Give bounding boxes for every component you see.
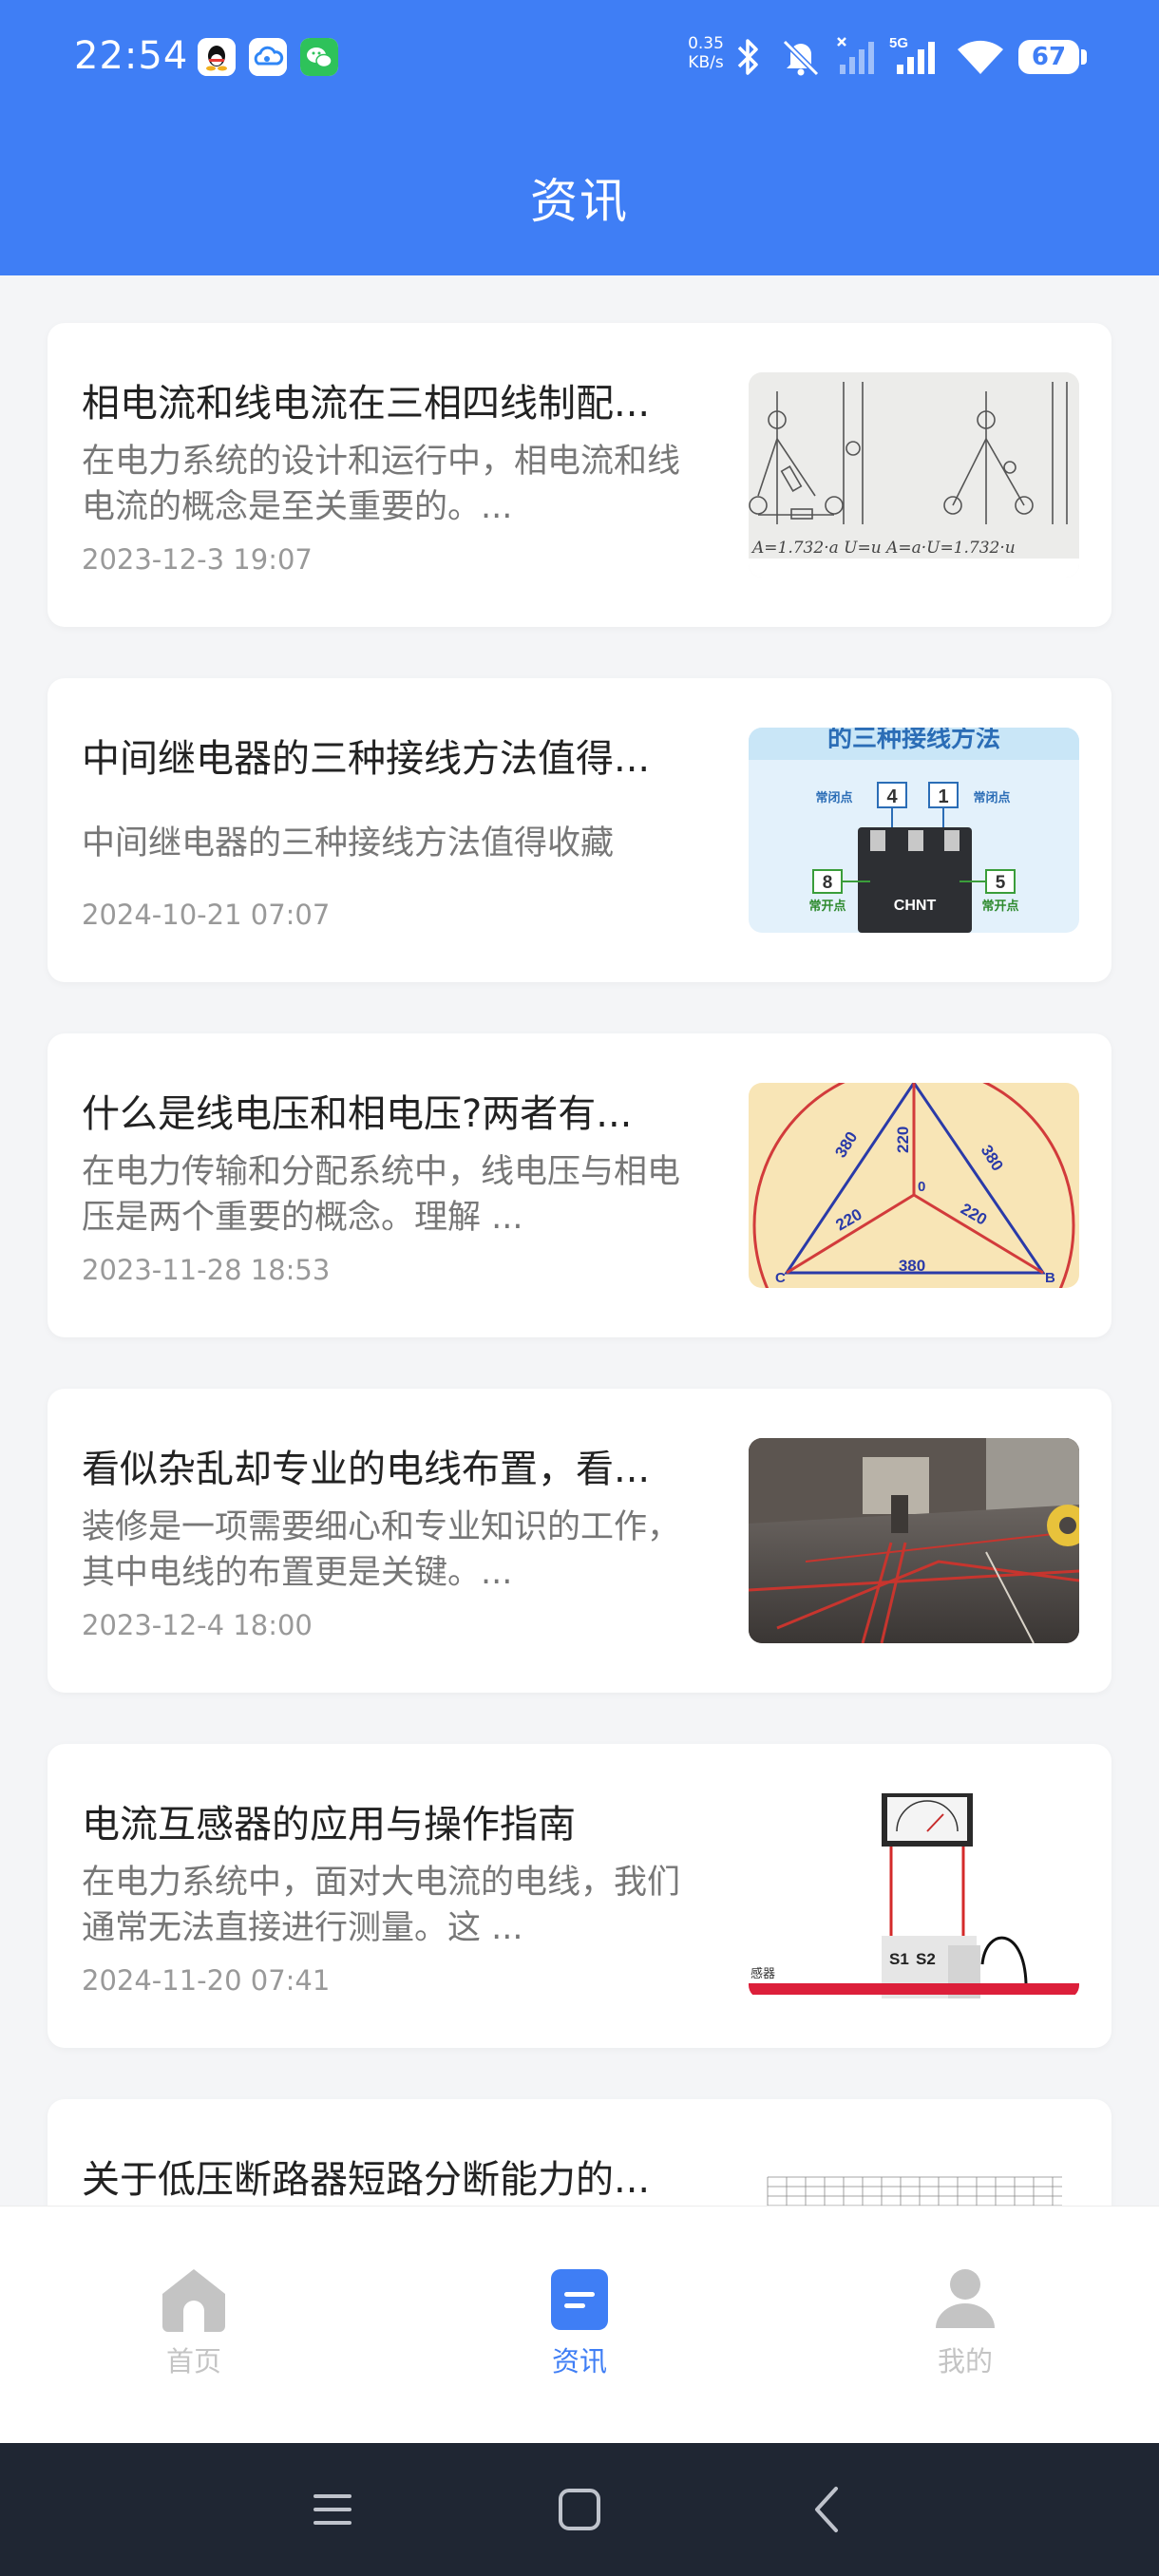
svg-text:A=1.732·a U=u A=a·U=1.732·u: A=1.732·a U=u A=a·U=1.732·u bbox=[750, 539, 1016, 558]
article-thumbnail: A=1.732·a U=u A=a·U=1.732·u bbox=[749, 372, 1079, 578]
back-nav-button[interactable] bbox=[806, 2481, 847, 2538]
article-card[interactable]: 电流互感器的应用与操作指南 在电力系统中，面对大电流的电线，我们通常无法直接进行… bbox=[48, 1744, 1112, 2048]
system-nav-bar bbox=[0, 2443, 1159, 2576]
svg-text:4: 4 bbox=[886, 786, 898, 807]
menu-nav-button[interactable] bbox=[310, 2481, 355, 2538]
status-bar: 22:54 0.35 KB/s 5G 67 bbox=[0, 0, 1159, 114]
article-title: 中间继电器的三种接线方法值得... bbox=[82, 737, 651, 781]
signal-5g-icon: 5G bbox=[889, 36, 942, 78]
article-summary: 装修是一项需要细心和专业知识的工作，其中电线的布置更是关键。... bbox=[82, 1508, 681, 1592]
svg-text:常闭点: 常闭点 bbox=[973, 790, 1010, 805]
tab-news[interactable]: 资讯 bbox=[504, 2267, 656, 2379]
tab-news-label: 资讯 bbox=[551, 2345, 607, 2377]
svg-text:常开点: 常开点 bbox=[981, 899, 1018, 914]
article-summary: 在电力系统中，面对大电流的电线，我们通常无法直接进行测量。这 ... bbox=[82, 1864, 681, 1947]
article-card[interactable]: 什么是线电压和相电压?两者有... 在电力传输和分配系统中，线电压与相电压是两个… bbox=[48, 1033, 1112, 1337]
battery-tip bbox=[1081, 49, 1087, 65]
bottom-tab-bar: 首页 资讯 我的 bbox=[0, 2206, 1159, 2443]
article-thumbnail bbox=[749, 2149, 1079, 2206]
svg-text:感器: 感器 bbox=[750, 1966, 775, 1981]
article-thumbnail bbox=[749, 1438, 1079, 1643]
tab-home[interactable]: 首页 bbox=[118, 2267, 270, 2379]
article-card[interactable]: 看似杂乱却专业的电线布置，看... 装修是一项需要细心和专业知识的工作，其中电线… bbox=[48, 1389, 1112, 1693]
svg-text:常闭点: 常闭点 bbox=[815, 790, 852, 805]
tab-home-label: 首页 bbox=[165, 2345, 221, 2377]
tab-mine[interactable]: 我的 bbox=[889, 2267, 1041, 2379]
svg-text:S2: S2 bbox=[916, 1950, 936, 1968]
mute-bell-icon bbox=[779, 36, 823, 78]
svg-text:C: C bbox=[775, 1270, 786, 1286]
svg-text:0: 0 bbox=[918, 1179, 925, 1195]
page-title: 资讯 bbox=[530, 174, 629, 229]
home-nav-button[interactable] bbox=[555, 2481, 604, 2538]
net-speed: 0.35 KB/s bbox=[688, 34, 724, 72]
tab-mine-label: 我的 bbox=[937, 2345, 993, 2377]
menu-icon bbox=[314, 2494, 352, 2525]
square-icon bbox=[559, 2489, 600, 2530]
signal-sim1-icon bbox=[836, 36, 884, 78]
article-thumbnail: 380 380 380 220 220 220 0 C B bbox=[749, 1083, 1079, 1288]
article-summary: 在电力传输和分配系统中，线电压与相电压是两个重要的概念。理解 ... bbox=[82, 1153, 681, 1237]
back-chevron-icon bbox=[815, 2487, 838, 2532]
wifi-icon bbox=[954, 36, 1007, 78]
svg-text:CHNT: CHNT bbox=[894, 898, 937, 914]
article-list[interactable]: 相电流和线电流在三相四线制配... 在电力系统的设计和运行中，相电流和线电流的概… bbox=[0, 275, 1159, 2206]
article-card[interactable]: 中间继电器的三种接线方法值得... 中间继电器的三种接线方法值得收藏 2024-… bbox=[48, 678, 1112, 982]
article-summary: 中间继电器的三种接线方法值得收藏 bbox=[82, 824, 615, 862]
article-title: 什么是线电压和相电压?两者有... bbox=[82, 1092, 633, 1136]
battery-indicator: 67 bbox=[1018, 40, 1079, 74]
article-title: 电流互感器的应用与操作指南 bbox=[82, 1803, 576, 1847]
svg-text:常开点: 常开点 bbox=[808, 899, 846, 914]
status-time: 22:54 bbox=[74, 34, 189, 78]
article-date: 2024-10-21 07:07 bbox=[82, 899, 331, 931]
bluetooth-icon bbox=[732, 36, 766, 78]
svg-text:S1: S1 bbox=[889, 1950, 909, 1968]
article-title: 关于低压断路器短路分断能力的... bbox=[82, 2158, 651, 2202]
article-date: 2023-11-28 18:53 bbox=[82, 1254, 331, 1286]
svg-text:220: 220 bbox=[894, 1127, 912, 1153]
app-header: 22:54 0.35 KB/s 5G 67 资讯 bbox=[0, 0, 1159, 275]
document-icon bbox=[551, 2269, 608, 2330]
article-title: 相电流和线电流在三相四线制配... bbox=[82, 382, 651, 426]
svg-text:5G: 5G bbox=[889, 36, 908, 51]
article-card[interactable]: 相电流和线电流在三相四线制配... 在电力系统的设计和运行中，相电流和线电流的概… bbox=[48, 323, 1112, 627]
svg-text:B: B bbox=[1045, 1270, 1055, 1286]
home-icon bbox=[162, 2269, 225, 2332]
article-thumbnail: 的三种接线方法 常闭点 常闭点 4 1 CHNT 8 5 常开点 常开点 bbox=[749, 728, 1079, 933]
article-thumbnail: S1 S2 感器 bbox=[749, 1793, 1079, 1998]
svg-text:5: 5 bbox=[996, 873, 1006, 893]
user-icon bbox=[936, 2269, 995, 2328]
article-card[interactable]: 关于低压断路器短路分断能力的... bbox=[48, 2099, 1112, 2206]
wechat-icon bbox=[300, 38, 338, 76]
article-date: 2023-12-3 19:07 bbox=[82, 543, 313, 576]
svg-text:1: 1 bbox=[938, 786, 948, 807]
article-summary: 在电力系统的设计和运行中，相电流和线电流的概念是至关重要的。... bbox=[82, 443, 681, 526]
svg-text:的三种接线方法: 的三种接线方法 bbox=[827, 728, 1000, 753]
article-date: 2024-11-20 07:41 bbox=[82, 1964, 331, 1997]
article-title: 看似杂乱却专业的电线布置，看... bbox=[82, 1448, 651, 1491]
qq-icon bbox=[198, 38, 236, 76]
svg-text:380: 380 bbox=[899, 1257, 925, 1275]
svg-text:8: 8 bbox=[823, 873, 833, 893]
cloud-icon bbox=[249, 38, 287, 76]
article-date: 2023-12-4 18:00 bbox=[82, 1609, 313, 1641]
